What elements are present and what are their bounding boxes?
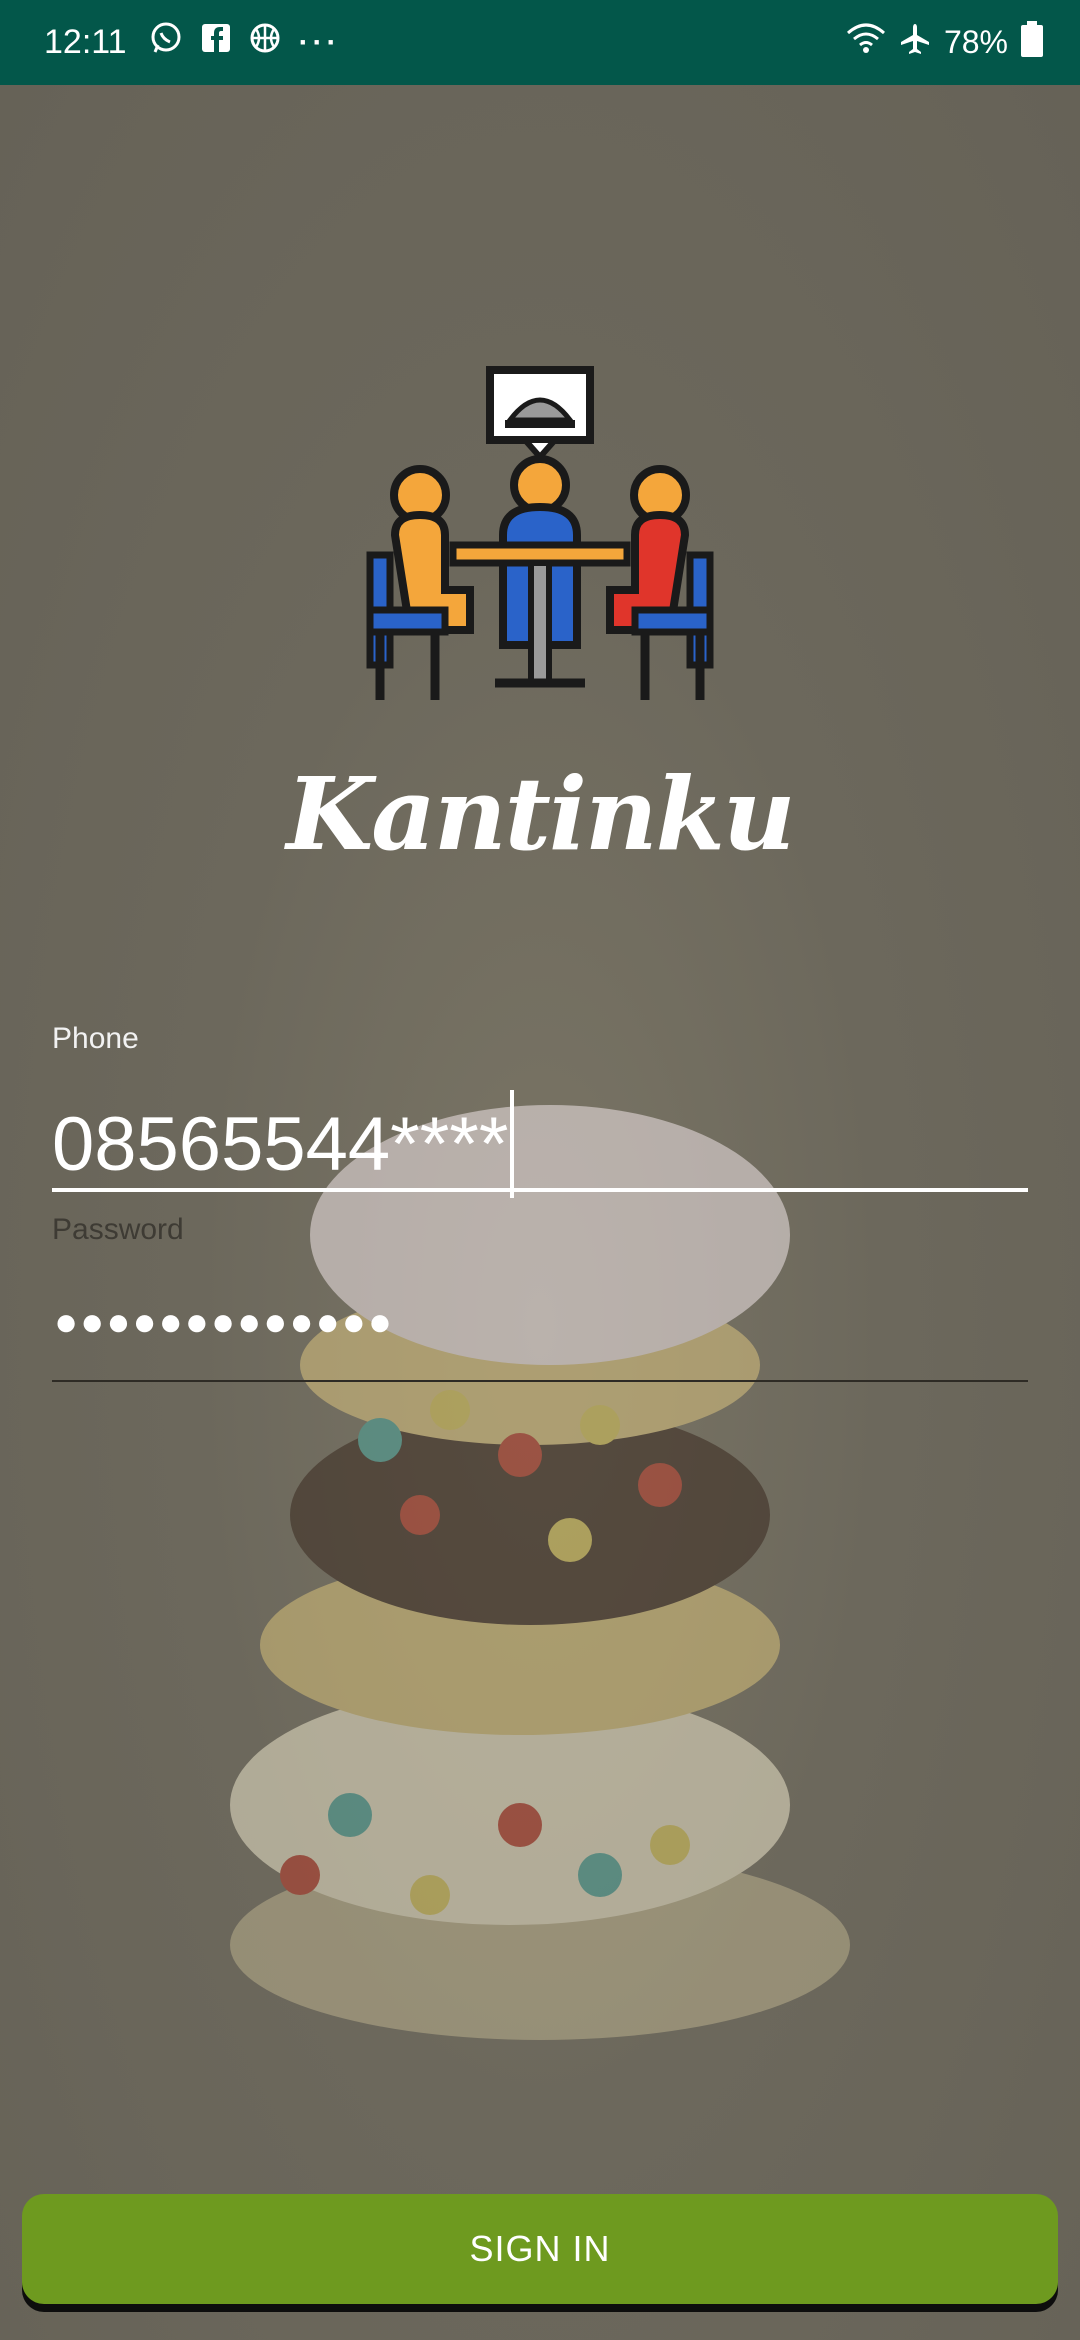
canteen-people-table-icon	[366, 366, 714, 700]
password-underline	[52, 1380, 1028, 1382]
more-dots-icon: ···	[298, 25, 341, 59]
battery-icon	[1020, 20, 1044, 66]
whatsapp-icon	[149, 21, 183, 64]
phone-input-value: 08565544****	[52, 1101, 509, 1187]
status-bar: 12:11 ··· 78%	[0, 0, 1080, 85]
password-label: Password	[52, 1213, 184, 1246]
phone-input[interactable]: 08565544****	[52, 1090, 515, 1198]
phone-underline	[52, 1188, 1028, 1192]
sign-in-button[interactable]: SIGN IN	[22, 2194, 1058, 2304]
sign-in-label: SIGN IN	[469, 2228, 611, 2269]
text-cursor	[510, 1090, 515, 1198]
phone-label: Phone	[52, 1022, 139, 1055]
wifi-icon	[846, 22, 886, 64]
password-input[interactable]: ●●●●●●●●●●●●●	[54, 1300, 394, 1345]
battery-percent: 78%	[943, 24, 1008, 60]
status-right: 78%	[846, 0, 1044, 85]
airplane-mode-icon	[898, 22, 932, 64]
facebook-icon	[201, 23, 231, 62]
status-left: 12:11 ···	[44, 0, 341, 85]
status-time: 12:11	[44, 23, 127, 61]
app-name: Kantinku	[286, 755, 795, 873]
basketball-icon	[249, 22, 281, 63]
